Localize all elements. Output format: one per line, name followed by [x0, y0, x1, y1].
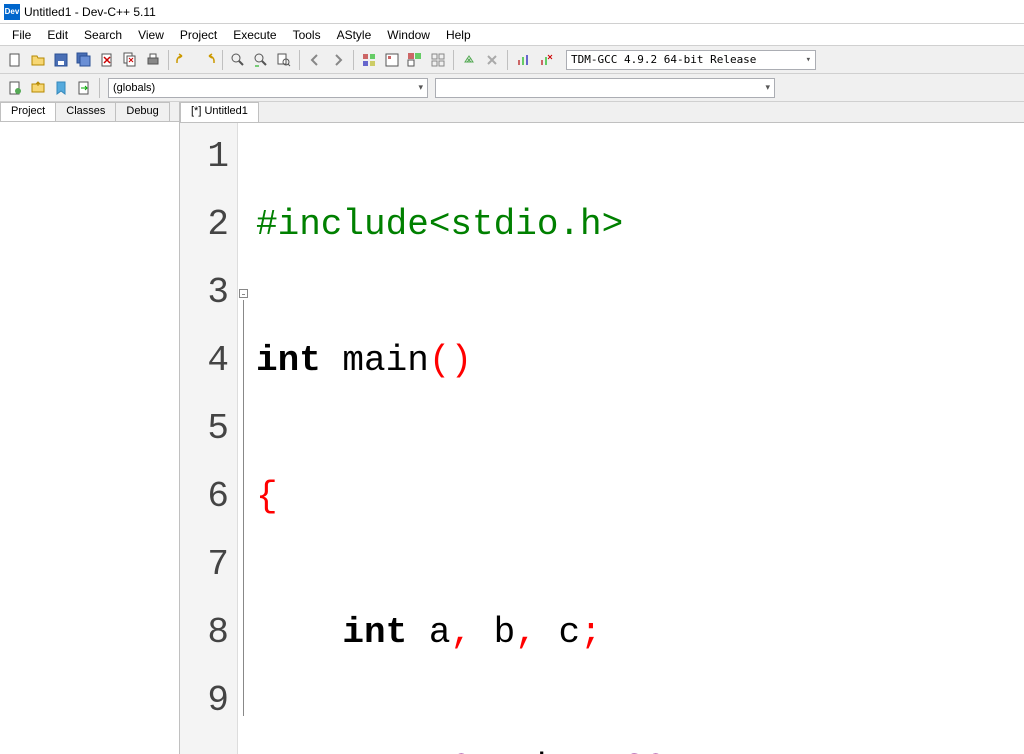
- fold-gutter: [238, 123, 252, 754]
- menu-execute[interactable]: Execute: [225, 26, 284, 44]
- undo-icon[interactable]: [173, 49, 195, 71]
- close-all-icon[interactable]: [119, 49, 141, 71]
- toolbar-separator: [453, 50, 454, 70]
- compile-run-icon[interactable]: [404, 49, 426, 71]
- line-gutter: 1 2 3 4 5 6 7 8 9: [180, 123, 238, 754]
- close-file-icon[interactable]: [96, 49, 118, 71]
- debug-icon[interactable]: [458, 49, 480, 71]
- nav-forward-icon[interactable]: [327, 49, 349, 71]
- chevron-down-icon: ▾: [765, 82, 770, 93]
- code-brace: {: [256, 476, 278, 517]
- new-icon[interactable]: [4, 49, 26, 71]
- redo-icon[interactable]: [196, 49, 218, 71]
- bookmark-icon[interactable]: [50, 77, 72, 99]
- toolbar-separator: [299, 50, 300, 70]
- secondary-toolbar: (globals) ▾ ▾: [0, 74, 1024, 102]
- app-icon: Dev: [4, 4, 20, 20]
- line-number: 6: [180, 463, 229, 531]
- line-number: 9: [180, 667, 229, 735]
- compiler-dropdown[interactable]: TDM-GCC 4.9.2 64-bit Release ▾: [566, 50, 816, 70]
- compile-icon[interactable]: [358, 49, 380, 71]
- line-number: 3: [180, 259, 229, 327]
- line-number: 4: [180, 327, 229, 395]
- toolbar-separator: [353, 50, 354, 70]
- menu-file[interactable]: File: [4, 26, 39, 44]
- code-number: 20: [623, 748, 666, 754]
- toolbar-separator: [168, 50, 169, 70]
- menu-view[interactable]: View: [130, 26, 172, 44]
- delete-profile-icon[interactable]: [535, 49, 557, 71]
- code-identifier: main: [321, 340, 429, 381]
- code-content[interactable]: #include<stdio.h> int main() { int a, b,…: [252, 123, 1024, 754]
- goto-icon[interactable]: [73, 77, 95, 99]
- globals-dropdown-value: (globals): [113, 82, 155, 94]
- globals-dropdown[interactable]: (globals) ▾: [108, 78, 428, 98]
- tab-project[interactable]: Project: [0, 102, 56, 121]
- main-area: Project Classes Debug [*] Untitled1 1 2 …: [0, 102, 1024, 754]
- code-editor[interactable]: 1 2 3 4 5 6 7 8 9 #include<stdio.h> int …: [180, 123, 1024, 754]
- insert-icon[interactable]: [27, 77, 49, 99]
- chevron-down-icon: ▾: [806, 55, 811, 65]
- fold-line: [243, 300, 244, 716]
- line-number: 8: [180, 599, 229, 667]
- profile-icon[interactable]: [512, 49, 534, 71]
- code-punct: (): [429, 340, 472, 381]
- tab-classes[interactable]: Classes: [55, 102, 116, 121]
- print-icon[interactable]: [142, 49, 164, 71]
- code-preprocessor: #include<stdio.h>: [256, 204, 623, 245]
- line-number: 2: [180, 191, 229, 259]
- menu-help[interactable]: Help: [438, 26, 479, 44]
- toolbar-separator: [99, 78, 100, 98]
- new-source-icon[interactable]: [4, 77, 26, 99]
- editor-tab-untitled1[interactable]: [*] Untitled1: [180, 102, 259, 122]
- save-icon[interactable]: [50, 49, 72, 71]
- menu-search[interactable]: Search: [76, 26, 130, 44]
- find-in-files-icon[interactable]: [273, 49, 295, 71]
- symbol-dropdown[interactable]: ▾: [435, 78, 775, 98]
- menu-project[interactable]: Project: [172, 26, 225, 44]
- toolbar-separator: [222, 50, 223, 70]
- line-number: 7: [180, 531, 229, 599]
- tab-debug[interactable]: Debug: [115, 102, 169, 121]
- line-number: 5: [180, 395, 229, 463]
- chevron-down-icon: ▾: [418, 82, 423, 93]
- save-all-icon[interactable]: [73, 49, 95, 71]
- code-keyword: int: [256, 340, 321, 381]
- editor-area: [*] Untitled1 1 2 3 4 5 6 7 8 9 #include…: [180, 102, 1024, 754]
- project-tree[interactable]: [0, 122, 179, 754]
- compiler-dropdown-value: TDM-GCC 4.9.2 64-bit Release: [571, 53, 756, 66]
- menubar: File Edit Search View Project Execute To…: [0, 24, 1024, 46]
- open-icon[interactable]: [27, 49, 49, 71]
- titlebar: Dev Untitled1 - Dev-C++ 5.11: [0, 0, 1024, 24]
- window-title: Untitled1 - Dev-C++ 5.11: [24, 5, 156, 19]
- fold-toggle-icon[interactable]: [239, 289, 248, 298]
- menu-tools[interactable]: Tools: [285, 26, 329, 44]
- replace-icon[interactable]: [250, 49, 272, 71]
- editor-tabs: [*] Untitled1: [180, 102, 1024, 123]
- menu-astyle[interactable]: AStyle: [329, 26, 380, 44]
- toolbar-separator: [507, 50, 508, 70]
- line-number: 1: [180, 123, 229, 191]
- side-panel: Project Classes Debug: [0, 102, 180, 754]
- side-panel-tabs: Project Classes Debug: [0, 102, 179, 122]
- menu-edit[interactable]: Edit: [39, 26, 76, 44]
- code-keyword: int: [342, 612, 407, 653]
- code-number: 10: [429, 748, 472, 754]
- main-toolbar: TDM-GCC 4.9.2 64-bit Release ▾: [0, 46, 1024, 74]
- rebuild-icon[interactable]: [427, 49, 449, 71]
- run-icon[interactable]: [381, 49, 403, 71]
- menu-window[interactable]: Window: [379, 26, 438, 44]
- nav-back-icon[interactable]: [304, 49, 326, 71]
- find-icon[interactable]: [227, 49, 249, 71]
- stop-debug-icon[interactable]: [481, 49, 503, 71]
